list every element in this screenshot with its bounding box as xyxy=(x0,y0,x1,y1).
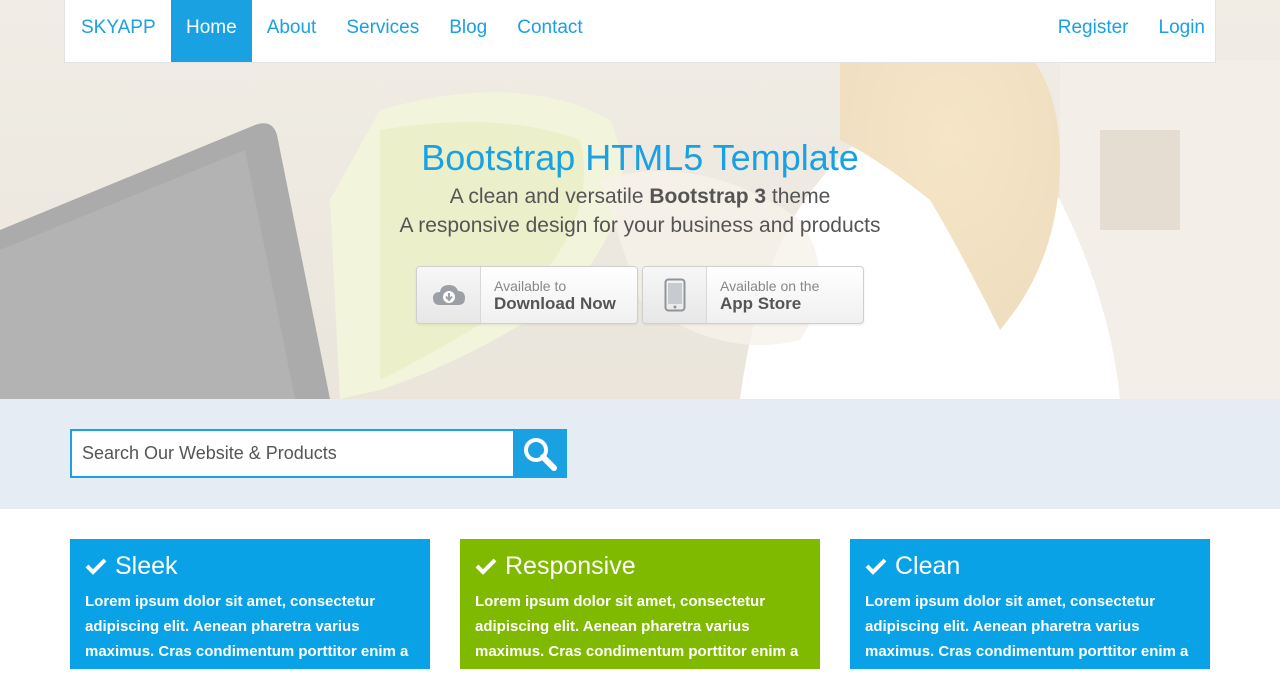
hero-subtagline: A responsive design for your business an… xyxy=(399,214,881,237)
feature-card-title: Sleek xyxy=(85,551,415,581)
account-nav: Register Login xyxy=(1038,0,1215,62)
feature-title-text: Clean xyxy=(895,552,961,580)
download-button-label: Download Now xyxy=(494,294,616,313)
nav-services[interactable]: Services xyxy=(331,0,434,62)
feature-card-sleek: Sleek Lorem ipsum dolor sit amet, consec… xyxy=(70,539,430,685)
feature-card-responsive: Responsive Lorem ipsum dolor sit amet, c… xyxy=(460,539,820,685)
hero-title: Bootstrap HTML5 Template xyxy=(421,137,859,178)
hero-buttons: Available to Download Now Available on t… xyxy=(416,266,864,324)
feature-title-text: Responsive xyxy=(505,552,636,580)
appstore-button-text: Available on the App Store xyxy=(707,267,831,323)
login-link[interactable]: Login xyxy=(1139,0,1216,62)
main-nav: Home About Services Blog Contact xyxy=(171,0,598,62)
hero-content: Bootstrap HTML5 Template A clean and ver… xyxy=(0,134,1280,240)
download-now-button[interactable]: Available to Download Now xyxy=(416,266,638,324)
top-navbar: SKYAPP Home About Services Blog Contact … xyxy=(64,0,1216,63)
feature-card-text: Lorem ipsum dolor sit amet, consectetur … xyxy=(865,593,1189,685)
appstore-button-label: App Store xyxy=(720,294,802,313)
feature-card-title: Clean xyxy=(865,551,1195,581)
appstore-button-caption: Available on the xyxy=(720,278,820,294)
hero-tagline: A clean and versatile Bootstrap 3 theme xyxy=(0,182,1280,211)
hero-tagline-suffix: theme xyxy=(771,185,831,208)
feature-title-text: Sleek xyxy=(115,552,178,580)
download-button-caption: Available to xyxy=(494,278,567,294)
search-input[interactable] xyxy=(70,429,513,478)
hero-tagline-prefix: A clean and versatile xyxy=(449,185,644,208)
feature-card-text: Lorem ipsum dolor sit amet, consectetur … xyxy=(85,593,409,685)
check-icon xyxy=(85,558,107,575)
nav-contact[interactable]: Contact xyxy=(502,0,597,62)
search-section xyxy=(0,399,1280,509)
features-section: Sleek Lorem ipsum dolor sit amet, consec… xyxy=(0,509,1280,685)
nav-blog[interactable]: Blog xyxy=(434,0,502,62)
feature-card-title: Responsive xyxy=(475,551,805,581)
download-button-text: Available to Download Now xyxy=(481,267,628,323)
search-button[interactable] xyxy=(513,429,567,478)
feature-card-clean: Clean Lorem ipsum dolor sit amet, consec… xyxy=(850,539,1210,685)
app-store-button[interactable]: Available on the App Store xyxy=(642,266,864,324)
register-link[interactable]: Register xyxy=(1038,0,1139,62)
check-icon xyxy=(865,558,887,575)
hero-tagline-bold: Bootstrap 3 xyxy=(649,185,767,208)
search-form xyxy=(70,429,567,478)
cloud-download-icon xyxy=(417,267,481,323)
nav-home[interactable]: Home xyxy=(171,0,252,62)
mobile-phone-icon xyxy=(643,267,707,323)
search-icon xyxy=(524,437,557,471)
feature-card-text: Lorem ipsum dolor sit amet, consectetur … xyxy=(475,593,799,685)
nav-about[interactable]: About xyxy=(252,0,332,62)
check-icon xyxy=(475,558,497,575)
brand-logo-link[interactable]: SKYAPP xyxy=(81,0,156,62)
